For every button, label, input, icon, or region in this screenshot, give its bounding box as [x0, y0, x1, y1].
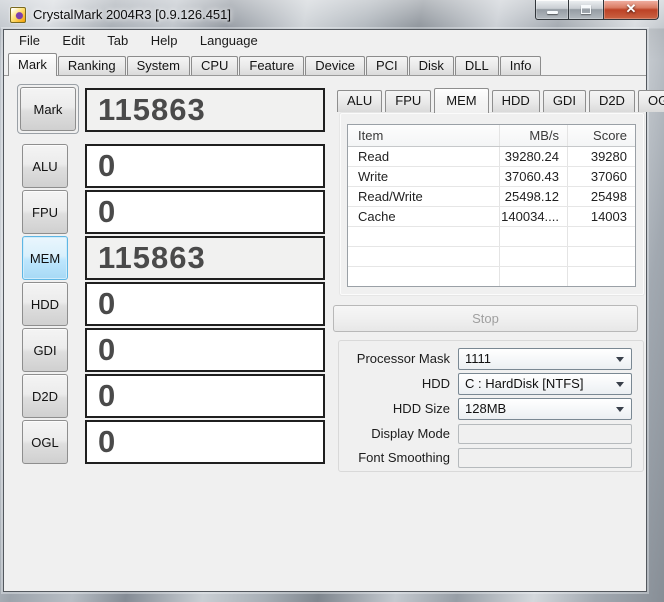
hdd-size-label: HDD Size — [392, 401, 450, 416]
score-mark: 115863 — [85, 88, 325, 132]
maximize-icon — [581, 5, 591, 14]
window-controls: ✕ — [535, 0, 659, 20]
cell-score: 37060 — [567, 167, 635, 186]
minimize-button[interactable] — [535, 0, 569, 20]
cell-mbs: 140034.... — [499, 207, 567, 226]
cell-score: 39280 — [567, 147, 635, 166]
app-icon — [10, 7, 26, 23]
hdd-size-select[interactable]: 128MB — [458, 398, 632, 420]
processor-mask-label: Processor Mask — [356, 351, 450, 366]
tab-device[interactable]: Device — [305, 56, 365, 75]
result-tab-alu[interactable]: ALU — [337, 90, 383, 112]
fpu-button[interactable]: FPU — [22, 190, 68, 234]
header-score[interactable]: Score — [567, 125, 635, 146]
cell-mbs: 25498.12 — [499, 187, 567, 206]
result-tab-ogl[interactable]: OGL — [637, 90, 664, 112]
client-area: File Edit Tab Help Language Mark Ranking… — [4, 30, 664, 591]
tab-pci[interactable]: PCI — [365, 56, 408, 75]
window-title: CrystalMark 2004R3 [0.9.126.451] — [33, 7, 231, 22]
cell-item: Read — [358, 149, 390, 164]
cell-mbs: 37060.43 — [499, 167, 567, 186]
processor-mask-value: 1111 — [465, 351, 492, 366]
score-hdd: 0 — [85, 282, 325, 326]
table-row[interactable]: Write 37060.43 37060 — [348, 167, 635, 187]
result-tab-hdd[interactable]: HDD — [491, 90, 540, 112]
tab-disk[interactable]: Disk — [408, 56, 454, 75]
chevron-down-icon — [616, 357, 624, 362]
result-tab-d2d[interactable]: D2D — [588, 90, 635, 112]
cell-score: 25498 — [567, 187, 635, 206]
hdd-select[interactable]: C : HardDisk [NTFS] — [458, 373, 632, 395]
result-tab-fpu[interactable]: FPU — [385, 90, 432, 112]
font-smoothing-field — [458, 448, 632, 468]
result-tab-gdi[interactable]: GDI — [542, 90, 586, 112]
cell-item: Read/Write — [358, 189, 423, 204]
header-item[interactable]: Item — [348, 125, 499, 146]
close-button[interactable]: ✕ — [604, 0, 659, 20]
tab-info[interactable]: Info — [499, 56, 542, 75]
menu-language[interactable]: Language — [191, 30, 267, 51]
score-fpu: 0 — [85, 190, 325, 234]
tab-dll[interactable]: DLL — [454, 56, 499, 75]
d2d-button[interactable]: D2D — [22, 374, 68, 418]
tab-mark[interactable]: Mark — [8, 53, 57, 76]
main-tab-strip: Mark Ranking System CPU Feature Device P… — [4, 52, 646, 76]
ogl-button[interactable]: OGL — [22, 420, 68, 464]
score-mem: 115863 — [85, 236, 325, 280]
processor-mask-select[interactable]: 1111 — [458, 348, 632, 370]
chevron-down-icon — [616, 382, 624, 387]
table-row-empty — [348, 247, 635, 267]
table-row-empty — [348, 267, 635, 286]
stop-button[interactable]: Stop — [333, 305, 638, 332]
tab-feature[interactable]: Feature — [239, 56, 305, 75]
display-mode-label: Display Mode — [371, 426, 450, 441]
tab-pane-border — [4, 75, 646, 76]
cell-mbs: 39280.24 — [499, 147, 567, 166]
tab-cpu[interactable]: CPU — [190, 56, 239, 75]
mark-button-focus-frame: Mark — [17, 84, 79, 134]
score-alu: 0 — [85, 144, 325, 188]
cell-item: Write — [358, 169, 389, 184]
menu-file[interactable]: File — [10, 30, 49, 51]
table-row-empty — [348, 227, 635, 247]
table-row[interactable]: Read/Write 25498.12 25498 — [348, 187, 635, 207]
chevron-down-icon — [616, 407, 624, 412]
mark-button[interactable]: Mark — [20, 87, 76, 131]
menu-edit[interactable]: Edit — [53, 30, 93, 51]
maximize-button[interactable] — [569, 0, 604, 20]
hdd-label: HDD — [421, 376, 450, 391]
table-row[interactable]: Cache 140034.... 14003 — [348, 207, 635, 227]
score-ogl: 0 — [85, 420, 325, 464]
score-gdi: 0 — [85, 328, 325, 372]
hdd-value: C : HardDisk [NTFS] — [465, 376, 584, 391]
result-tab-mem[interactable]: MEM — [434, 88, 489, 113]
minimize-icon — [547, 11, 558, 14]
table-header-row: Item MB/s Score — [348, 125, 635, 147]
result-tab-strip: ALU FPU MEM HDD GDI D2D OGL — [337, 87, 664, 113]
result-table: Item MB/s Score Read 39280.24 39280 Writ… — [347, 124, 636, 287]
cell-item: Cache — [358, 209, 396, 224]
menu-tab[interactable]: Tab — [98, 30, 137, 51]
table-row[interactable]: Read 39280.24 39280 — [348, 147, 635, 167]
mem-button[interactable]: MEM — [22, 236, 68, 280]
font-smoothing-label: Font Smoothing — [358, 450, 450, 465]
display-mode-field — [458, 424, 632, 444]
cell-score: 14003 — [567, 207, 635, 226]
tab-ranking[interactable]: Ranking — [57, 56, 126, 75]
hdd-size-value: 128MB — [465, 401, 507, 416]
menu-help[interactable]: Help — [142, 30, 187, 51]
gdi-button[interactable]: GDI — [22, 328, 68, 372]
menu-bar: File Edit Tab Help Language — [4, 30, 646, 52]
hdd-button[interactable]: HDD — [22, 282, 68, 326]
score-d2d: 0 — [85, 374, 325, 418]
alu-button[interactable]: ALU — [22, 144, 68, 188]
header-mbs[interactable]: MB/s — [499, 125, 567, 146]
close-icon: ✕ — [625, 1, 637, 16]
tab-system[interactable]: System — [126, 56, 190, 75]
